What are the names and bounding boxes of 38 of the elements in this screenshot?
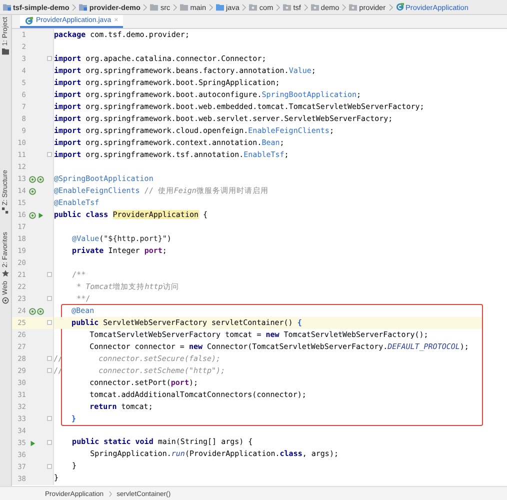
package-folder-icon: [249, 3, 258, 11]
folder-icon: [150, 3, 158, 11]
package-folder-icon: [349, 3, 358, 11]
fold-marker-icon[interactable]: [47, 440, 52, 445]
chevron-icon: [108, 491, 112, 497]
globe-icon: [2, 296, 9, 304]
class-icon: [396, 3, 404, 11]
fold-marker-icon[interactable]: [47, 368, 52, 373]
chevron-icon: [72, 4, 76, 10]
chevron-icon: [209, 4, 214, 10]
module-folder-icon: [3, 3, 11, 11]
chevron-icon: [242, 4, 246, 10]
chevron-icon: [342, 4, 346, 10]
fold-marker-icon[interactable]: [47, 356, 52, 361]
fold-marker-icon[interactable]: [47, 464, 52, 469]
source-folder-icon: [216, 3, 224, 11]
fold-marker-icon[interactable]: [47, 152, 52, 157]
fold-marker-icon[interactable]: [47, 56, 52, 61]
star-icon: [2, 270, 9, 277]
chevron-icon: [173, 4, 178, 10]
fold-marker-icon[interactable]: [47, 320, 52, 325]
chevron-icon: [276, 4, 280, 10]
folder-icon: [180, 3, 188, 11]
fold-marker-icon[interactable]: [47, 272, 52, 277]
package-folder-icon: [310, 3, 319, 11]
structure-icon: [2, 207, 9, 214]
folder-icon: [2, 48, 9, 55]
package-folder-icon: [283, 3, 292, 11]
run-icon[interactable]: [29, 440, 36, 446]
run-icon[interactable]: [37, 212, 44, 218]
class-icon: [25, 16, 33, 24]
chevron-icon: [388, 4, 393, 10]
module-folder-icon: [79, 3, 88, 11]
fold-marker-icon[interactable]: [47, 296, 52, 301]
chevron-icon: [304, 4, 308, 10]
fold-marker-icon[interactable]: [47, 416, 52, 421]
bean-icon[interactable]: [29, 212, 36, 218]
chevron-icon: [143, 4, 148, 10]
